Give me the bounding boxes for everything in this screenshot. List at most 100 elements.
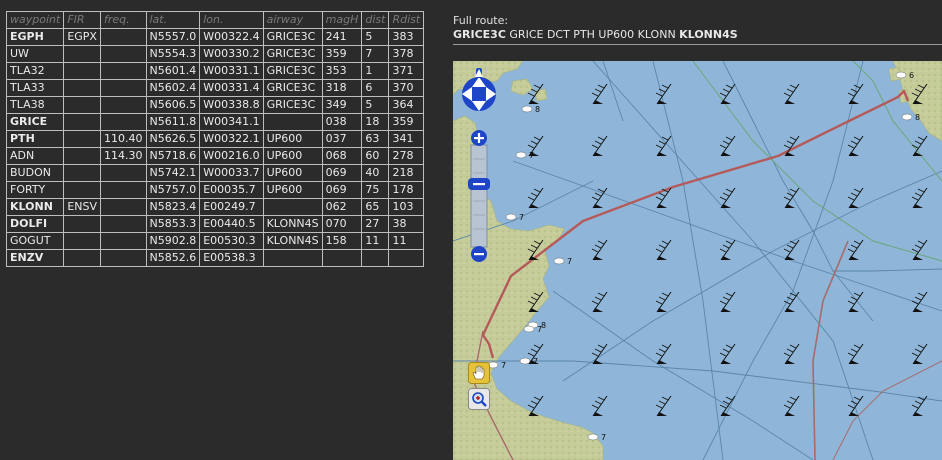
cell-freq: [100, 249, 147, 267]
column-header-lon: lon.: [199, 11, 264, 29]
cell-fir: [63, 215, 101, 233]
column-header-airway: airway: [262, 11, 323, 29]
column-header-freq: freq.: [100, 11, 147, 29]
cell-rdist: 341: [388, 130, 425, 148]
cell-waypoint: UW: [5, 45, 65, 63]
cell-freq: [100, 232, 147, 250]
cell-dist: 75: [361, 181, 390, 199]
table-row: GRICE N5611.8 W00341.1 038 18 359: [5, 113, 425, 131]
zoom-out-icon[interactable]: [469, 245, 489, 263]
cell-lat: N5611.8: [145, 113, 201, 131]
cell-airway: [262, 249, 323, 267]
table-row: TLA32 N5601.4 W00331.1 GRICE3C 353 1 371: [5, 62, 425, 80]
cell-dist: [361, 249, 390, 267]
cell-dist: 18: [361, 113, 390, 131]
cell-fir: [63, 164, 101, 182]
cell-lon: W00331.4: [199, 79, 264, 97]
cell-lon: W00322.4: [199, 28, 264, 46]
map-canvas[interactable]: 687778777778: [453, 61, 942, 460]
cell-waypoint: BUDON: [5, 164, 65, 182]
full-route-label: Full route:: [453, 14, 509, 27]
hand-icon[interactable]: [468, 362, 490, 384]
cell-waypoint: TLA33: [5, 79, 65, 97]
cell-dist: 7: [361, 45, 390, 63]
cell-lat: N5852.6: [145, 249, 201, 267]
cell-rdist: 178: [388, 181, 425, 199]
cell-airway: GRICE3C: [262, 62, 323, 80]
cell-rdist: 38: [388, 215, 425, 233]
cell-lon: W00033.7: [199, 164, 264, 182]
table-row: EGPH EGPX N5557.0 W00322.4 GRICE3C 241 5 383: [5, 28, 425, 46]
cell-fir: ENSV: [63, 198, 101, 216]
cell-freq: [100, 96, 147, 114]
cell-lat: N5853.3: [145, 215, 201, 233]
cell-magH: 318: [321, 79, 363, 97]
cell-waypoint: GRICE: [5, 113, 65, 131]
cell-fir: [63, 79, 101, 97]
column-header-fir: FIR: [63, 11, 101, 29]
cell-lat: N5757.0: [145, 181, 201, 199]
cell-rdist: 383: [388, 28, 425, 46]
cell-dist: 6: [361, 79, 390, 97]
cell-airway: UP600: [262, 181, 323, 199]
cell-dist: 65: [361, 198, 390, 216]
cell-airway: KLONN4S: [262, 232, 323, 250]
table-row: PTH 110.40 N5626.5 W00322.1 UP600 037 63 341: [5, 130, 425, 148]
zoom-box-icon[interactable]: [468, 388, 490, 410]
cell-lat: N5626.5: [145, 130, 201, 148]
cell-lon: E00035.7: [199, 181, 264, 199]
cell-freq: 114.30: [100, 147, 147, 165]
cell-fir: [63, 96, 101, 114]
cloud-label: 7: [601, 433, 606, 442]
cell-lat: N5606.5: [145, 96, 201, 114]
column-header-dist: dist: [361, 11, 390, 29]
cell-waypoint: TLA38: [5, 96, 65, 114]
cell-airway: KLONN4S: [262, 215, 323, 233]
full-route-panel: Full route: GRICE3C GRICE DCT PTH UP600 …: [453, 14, 942, 45]
cell-magH: 068: [321, 147, 363, 165]
cell-rdist: 103: [388, 198, 425, 216]
cell-rdist: [388, 249, 425, 267]
cell-magH: 349: [321, 96, 363, 114]
cell-lat: N5601.4: [145, 62, 201, 80]
cloud-label: 7: [567, 257, 572, 266]
cell-dist: 5: [361, 28, 390, 46]
cell-magH: [321, 249, 363, 267]
column-header-magH: magH: [321, 11, 363, 29]
cell-waypoint: KLONN: [5, 198, 65, 216]
route-table: waypoint FIR freq. lat. lon. airway magH dist Rd…: [5, 11, 425, 267]
zoom-in-icon[interactable]: [469, 129, 489, 147]
cell-fir: [63, 232, 101, 250]
cell-lat: N5823.4: [145, 198, 201, 216]
cell-freq: [100, 181, 147, 199]
cell-freq: [100, 113, 147, 131]
cell-dist: 5: [361, 96, 390, 114]
cell-fir: [63, 181, 101, 199]
cell-lat: N5554.3: [145, 45, 201, 63]
table-row: ENZV N5852.6 E00538.3: [5, 249, 425, 267]
route-map[interactable]: 687778777778: [453, 61, 942, 460]
cell-rdist: 364: [388, 96, 425, 114]
cell-dist: 40: [361, 164, 390, 182]
table-row: TLA33 N5602.4 W00331.4 GRICE3C 318 6 370: [5, 79, 425, 97]
cell-airway: [262, 113, 323, 131]
cell-lon: E00249.7: [199, 198, 264, 216]
cloud-label: 7: [533, 357, 538, 366]
cell-rdist: 278: [388, 147, 425, 165]
cell-waypoint: TLA32: [5, 62, 65, 80]
cell-dist: 63: [361, 130, 390, 148]
cell-rdist: 11: [388, 232, 425, 250]
table-row: FORTY N5757.0 E00035.7 UP600 069 75 178: [5, 181, 425, 199]
column-header-rdist: Rdist: [388, 11, 425, 29]
zoom-slider-handle[interactable]: [467, 176, 491, 192]
table-header-row: waypoint FIR freq. lat. lon. airway magH dist Rd…: [5, 11, 425, 29]
zoom-bar[interactable]: [469, 129, 489, 263]
cell-freq: [100, 164, 147, 182]
cell-airway: UP600: [262, 164, 323, 182]
cell-lon: E00530.3: [199, 232, 264, 250]
cell-waypoint: GOGUT: [5, 232, 65, 250]
cell-fir: [63, 45, 101, 63]
cell-lon: W00330.2: [199, 45, 264, 63]
cell-waypoint: EGPH: [5, 28, 65, 46]
pan-arrows-icon[interactable]: [459, 67, 499, 121]
